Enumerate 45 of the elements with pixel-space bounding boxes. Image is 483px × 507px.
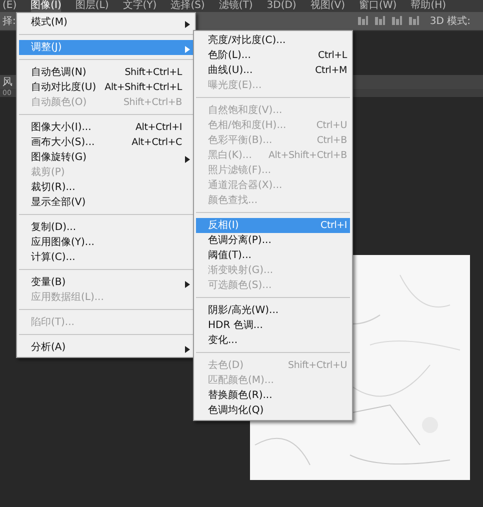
align-icon[interactable]: [390, 15, 403, 27]
menu-item[interactable]: HDR 色调...: [196, 318, 350, 333]
mode-label: 3D 模式:: [430, 14, 470, 28]
menu-item[interactable]: 裁切(R)...: [19, 180, 193, 195]
menu-item[interactable]: 显示全部(V): [19, 195, 193, 210]
document-tab[interactable]: 风: [2, 74, 12, 90]
menu-item[interactable]: 自动对比度(U) Alt+Shift+Ctrl+L: [19, 80, 193, 95]
menu-item[interactable]: 替换颜色(R)...: [196, 388, 350, 403]
menubar-item[interactable]: 图层(L): [75, 0, 109, 12]
menubar-item[interactable]: 视图(V): [310, 0, 345, 12]
menu-item[interactable]: 曲线(U)... Ctrl+M: [196, 63, 350, 78]
align-icon[interactable]: [374, 15, 386, 27]
align-icon[interactable]: [408, 15, 420, 27]
align-icon[interactable]: [356, 15, 369, 27]
menu-item[interactable]: 分析(A): [19, 340, 193, 355]
menu-item[interactable]: 色调均化(Q): [196, 403, 350, 418]
menubar-item[interactable]: 滤镜(T): [218, 0, 253, 12]
menu-item[interactable]: 画布大小(S)... Alt+Ctrl+C: [19, 135, 193, 150]
menu-item[interactable]: 复制(D)...: [19, 220, 193, 235]
menu-item[interactable]: 图像旋转(G): [19, 150, 193, 165]
menu-item[interactable]: 阴影/高光(W)...: [196, 303, 350, 318]
menu-item[interactable]: 变量(B): [19, 275, 193, 290]
menubar-item[interactable]: 帮助(H): [410, 0, 446, 12]
submenu-arrow-icon: [185, 280, 190, 288]
menu-item[interactable]: 色调分离(P)...: [196, 233, 350, 248]
menubar-item[interactable]: 3D(D): [266, 0, 296, 12]
submenu-arrow-icon: [185, 156, 190, 163]
submenu-arrow-icon: [185, 346, 190, 353]
menu-item[interactable]: 计算(C)...: [19, 250, 193, 265]
menu-item[interactable]: 亮度/对比度(C)...: [196, 33, 350, 48]
menubar-item[interactable]: 图像(I): [30, 0, 62, 12]
menu-item[interactable]: 图像大小(I)... Alt+Ctrl+I: [19, 120, 193, 135]
menu-item[interactable]: 自动色调(N) Shift+Ctrl+L: [19, 65, 193, 80]
option-label: 择:: [2, 14, 16, 28]
menu-item[interactable]: 色阶(L)... Ctrl+L: [196, 48, 350, 63]
menubar-item[interactable]: (E): [2, 0, 17, 12]
menu-item[interactable]: 变化...: [196, 333, 350, 348]
submenu-arrow-icon: [185, 46, 190, 53]
menu-item[interactable]: 应用图像(Y)...: [19, 235, 193, 250]
menu-item[interactable]: 反相(I) Ctrl+I: [196, 218, 350, 233]
submenu-arrow-icon: [185, 20, 190, 28]
menu-item[interactable]: 阈值(T)...: [196, 248, 350, 263]
menu-item[interactable]: 模式(M): [19, 15, 193, 30]
menubar-item[interactable]: 选择(S): [170, 0, 205, 12]
menu-item[interactable]: 调整(J): [19, 40, 193, 55]
